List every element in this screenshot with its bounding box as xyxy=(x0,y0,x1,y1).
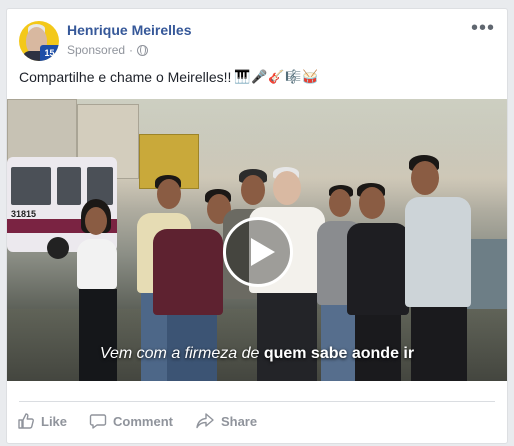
person-legs xyxy=(79,289,117,381)
post-actions: Like Comment Share xyxy=(17,407,497,435)
bus-window xyxy=(11,167,51,205)
sponsored-label[interactable]: Sponsored xyxy=(67,43,125,57)
microphone-emoji: 🎤 xyxy=(251,69,268,84)
like-label: Like xyxy=(41,413,68,429)
share-label: Share xyxy=(220,413,258,429)
video-player[interactable]: 31815 Vem com a firmeza de quem sabe aon… xyxy=(7,99,507,381)
more-options-button[interactable]: ••• xyxy=(471,18,495,38)
person-head xyxy=(85,207,107,235)
actions-divider xyxy=(19,401,495,402)
person-head xyxy=(157,179,181,209)
author-avatar[interactable]: 15 xyxy=(19,21,59,61)
author-name[interactable]: Henrique Meirelles xyxy=(67,22,192,38)
person-head xyxy=(329,189,351,217)
comment-icon xyxy=(89,414,107,429)
meta-separator: · xyxy=(129,43,134,57)
video-caption: Vem com a firmeza de quem sabe aonde ir xyxy=(7,345,507,363)
person-head xyxy=(241,175,265,205)
post-header: 15 Henrique Meirelles Sponsored · ••• xyxy=(19,18,495,65)
globe-icon[interactable] xyxy=(137,44,149,56)
avatar-number-badge: 15 xyxy=(40,45,59,61)
thumbs-up-icon xyxy=(18,413,34,429)
guitar-emoji: 🎸 xyxy=(268,69,285,84)
person-trousers xyxy=(257,293,317,381)
caption-prefix: Vem com a firmeza de xyxy=(99,345,264,362)
share-icon xyxy=(196,413,214,429)
person-top xyxy=(77,239,117,289)
person-head xyxy=(411,161,439,195)
play-button[interactable] xyxy=(223,217,293,287)
person-head xyxy=(359,187,385,219)
bus-wheel xyxy=(47,237,69,259)
bus-number: 31815 xyxy=(11,209,37,219)
bus-window xyxy=(57,167,81,205)
person-trousers xyxy=(411,307,467,381)
caption-bold: quem sabe aonde ir xyxy=(263,345,415,362)
person-head xyxy=(273,171,301,205)
drum-emoji: 🥁 xyxy=(302,69,319,84)
comment-label: Comment xyxy=(113,413,173,429)
piano-emoji: 🎹 xyxy=(234,69,251,84)
comment-button[interactable]: Comment xyxy=(89,412,173,430)
post-message: Compartilhe e chame o Meirelles!! 🎹 🎤 🎸 … xyxy=(19,69,319,85)
person-shirt xyxy=(405,197,471,307)
musical-score-emoji: 🎼 xyxy=(285,69,302,84)
like-button[interactable]: Like xyxy=(17,412,67,430)
share-button[interactable]: Share xyxy=(195,412,257,430)
person-shirt xyxy=(347,223,409,315)
post-card: 15 Henrique Meirelles Sponsored · ••• Co… xyxy=(6,8,508,444)
message-text: Compartilhe e chame o Meirelles!! xyxy=(19,69,232,85)
person-shirt xyxy=(153,229,223,315)
post-meta: Sponsored · xyxy=(67,43,149,57)
person-jeans xyxy=(321,305,359,381)
